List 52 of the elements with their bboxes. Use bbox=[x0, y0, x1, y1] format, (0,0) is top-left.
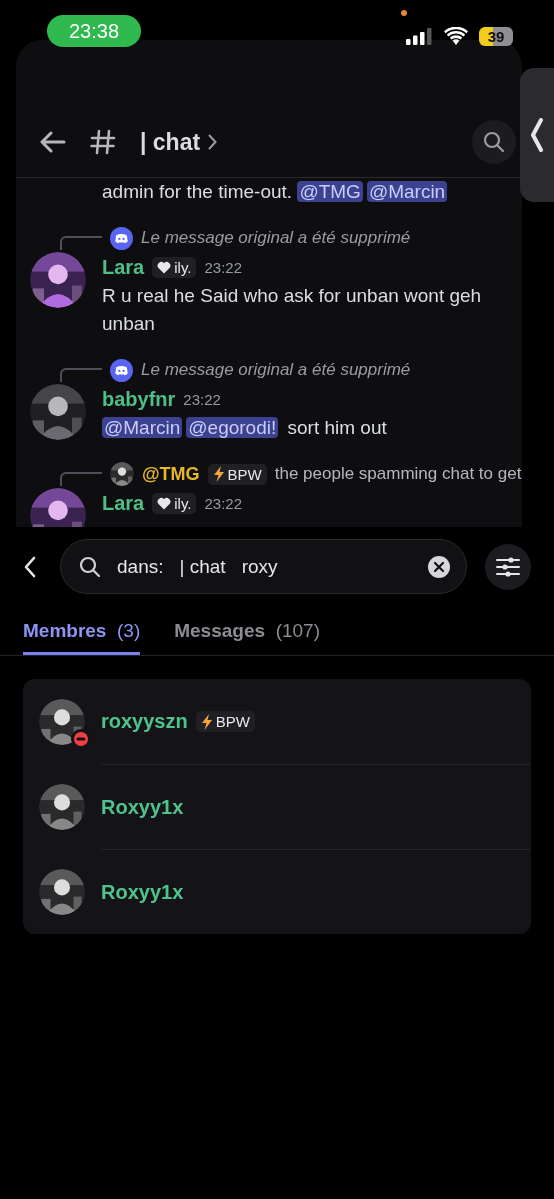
reply-author[interactable]: @TMG bbox=[142, 463, 200, 485]
heart-icon bbox=[157, 260, 172, 274]
timestamp: 23:22 bbox=[183, 390, 221, 408]
filter-button[interactable] bbox=[485, 543, 531, 590]
side-handle[interactable] bbox=[520, 68, 554, 202]
chevron-left-icon bbox=[24, 555, 36, 578]
member-name[interactable]: Roxyy1x bbox=[101, 795, 184, 819]
reply-connector bbox=[60, 368, 102, 382]
tab[interactable]: Messages (107) bbox=[174, 612, 320, 655]
server-tag: ily. bbox=[152, 256, 197, 278]
privacy-dot bbox=[401, 10, 407, 16]
clear-icon[interactable] bbox=[428, 555, 450, 578]
author-name[interactable]: Lara bbox=[102, 491, 145, 515]
author-name[interactable]: babyfnr bbox=[102, 387, 176, 411]
hash-icon bbox=[90, 129, 116, 155]
server-tag: BPW bbox=[195, 711, 255, 732]
filter-label: dans: bbox=[117, 555, 164, 578]
message-text: admin for the time-out. @TMG @Marcin bbox=[102, 181, 449, 202]
server-tag: BPW bbox=[207, 463, 267, 485]
server-tag: ily. bbox=[152, 492, 197, 514]
wifi-icon bbox=[444, 27, 468, 45]
back-arrow-icon[interactable] bbox=[40, 131, 66, 153]
sliders-icon bbox=[496, 556, 520, 577]
message-text: @Marcin @egorodi! sort him out bbox=[102, 416, 388, 440]
reply-preview[interactable]: Le message original a été supprimé bbox=[141, 228, 411, 248]
reply-preview[interactable]: Le message original a été supprimé bbox=[141, 360, 411, 380]
search-icon bbox=[79, 555, 101, 578]
member-name[interactable]: roxyyszn bbox=[101, 710, 188, 733]
filter-value: | chat bbox=[179, 555, 226, 578]
timestamp: 23:22 bbox=[204, 494, 243, 512]
status-time: 23:38 bbox=[47, 15, 141, 47]
reply-preview[interactable]: the people spamming chat to get bbox=[274, 464, 522, 484]
lightning-icon bbox=[212, 466, 225, 482]
search-button[interactable] bbox=[472, 120, 516, 164]
signal-icon bbox=[406, 28, 432, 45]
lightning-icon bbox=[200, 713, 213, 730]
search-icon bbox=[483, 131, 505, 153]
chevron-left-icon bbox=[530, 118, 544, 152]
discord-icon bbox=[110, 226, 133, 250]
channel-name[interactable]: | chat bbox=[140, 128, 201, 156]
reply-connector bbox=[60, 236, 102, 250]
author-name[interactable]: Lara bbox=[102, 255, 145, 279]
timestamp: 23:22 bbox=[204, 258, 243, 276]
heart-icon bbox=[157, 496, 172, 510]
reply-connector bbox=[60, 472, 102, 486]
chevron-right-icon bbox=[208, 134, 218, 150]
tab[interactable]: Membres (3) bbox=[23, 612, 141, 655]
search-field[interactable]: dans: | chat roxy bbox=[60, 539, 467, 594]
member-name[interactable]: Roxyy1x bbox=[101, 880, 184, 904]
discord-icon bbox=[110, 358, 133, 382]
message-text: R u real he Said who ask for unban wont geh unban bbox=[102, 284, 483, 336]
search-query: roxy bbox=[241, 555, 278, 578]
